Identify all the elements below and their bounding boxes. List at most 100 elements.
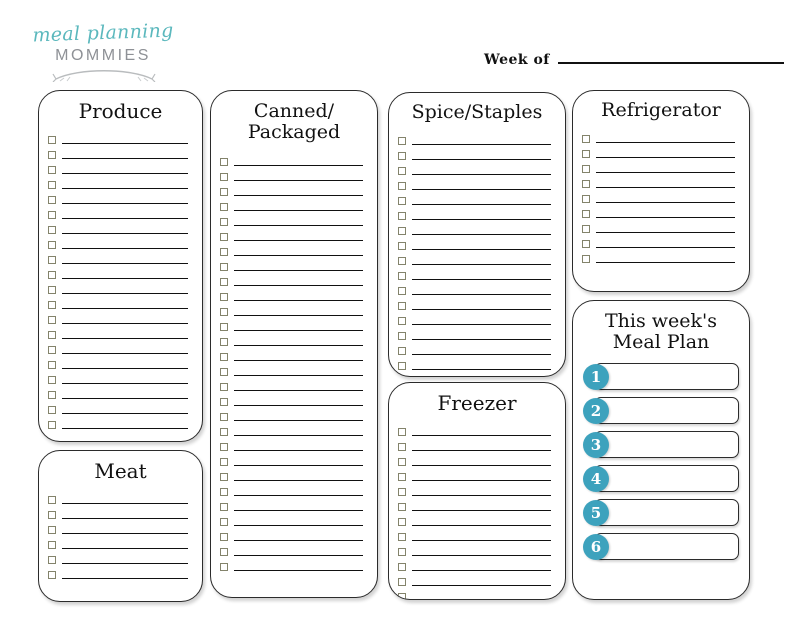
writing-line[interactable] [412,339,551,341]
checkbox-icon[interactable] [220,502,228,511]
checkbox-icon[interactable] [220,472,228,481]
checkbox-icon[interactable] [220,322,228,331]
writing-line[interactable] [596,247,735,249]
writing-line[interactable] [62,353,188,355]
writing-line[interactable] [412,510,551,512]
writing-line[interactable] [412,324,551,326]
week-of-field[interactable]: Week of [484,52,784,68]
checklist-row[interactable] [220,377,363,392]
writing-line[interactable] [62,263,188,265]
checkbox-icon[interactable] [220,262,228,271]
checklist-row[interactable] [220,317,363,332]
writing-line[interactable] [234,479,363,481]
writing-line[interactable] [412,264,551,266]
writing-line[interactable] [412,174,551,176]
writing-line[interactable] [596,262,735,264]
checklist-row[interactable] [220,197,363,212]
checkbox-icon[interactable] [582,150,590,159]
checklist-row[interactable] [582,129,735,144]
checkbox-icon[interactable] [48,526,56,535]
writing-line[interactable] [234,569,363,571]
checkbox-icon[interactable] [398,287,406,296]
checkbox-icon[interactable] [398,488,406,497]
checkbox-icon[interactable] [220,247,228,256]
writing-line[interactable] [62,218,188,220]
checklist-row[interactable] [220,362,363,377]
checklist-row[interactable] [398,296,551,311]
writing-line[interactable] [234,344,363,346]
checkbox-icon[interactable] [582,180,590,189]
checklist-row[interactable] [220,332,363,347]
writing-line[interactable] [234,269,363,271]
writing-line[interactable] [596,142,735,144]
checkbox-icon[interactable] [48,331,56,340]
writing-line[interactable] [62,548,188,550]
checkbox-icon[interactable] [220,217,228,226]
checklist-row[interactable] [398,311,551,326]
writing-line[interactable] [596,232,735,234]
writing-line[interactable] [62,143,188,145]
checklist-row[interactable] [582,189,735,204]
meal-plan-row[interactable]: 5 [583,498,739,526]
checkbox-icon[interactable] [220,187,228,196]
checkbox-icon[interactable] [220,367,228,376]
checkbox-icon[interactable] [220,232,228,241]
checklist-row[interactable] [398,452,551,467]
writing-line[interactable] [234,284,363,286]
checkbox-icon[interactable] [398,272,406,281]
checkbox-icon[interactable] [398,578,406,587]
writing-line[interactable] [412,234,551,236]
checklist-row[interactable] [220,542,363,557]
checklist-row[interactable] [48,235,188,250]
checklist-row[interactable] [398,341,551,356]
checklist-row[interactable] [48,550,188,565]
checkbox-icon[interactable] [398,563,406,572]
checkbox-icon[interactable] [48,241,56,250]
checklist-row[interactable] [220,242,363,257]
checklist-row[interactable] [398,527,551,542]
writing-line[interactable] [596,187,735,189]
checkbox-icon[interactable] [48,196,56,205]
writing-line[interactable] [62,188,188,190]
checklist-row[interactable] [398,422,551,437]
checkbox-icon[interactable] [48,376,56,385]
writing-line[interactable] [234,209,363,211]
checkbox-icon[interactable] [582,255,590,264]
checklist-row[interactable] [48,145,188,160]
checkbox-icon[interactable] [48,556,56,565]
checkbox-icon[interactable] [48,421,56,430]
writing-line[interactable] [412,585,551,587]
checklist-row[interactable] [48,130,188,145]
writing-line[interactable] [234,554,363,556]
meal-plan-row[interactable]: 3 [583,430,739,458]
checkbox-icon[interactable] [398,152,406,161]
checkbox-icon[interactable] [220,202,228,211]
writing-line[interactable] [412,204,551,206]
writing-line[interactable] [62,383,188,385]
checkbox-icon[interactable] [582,240,590,249]
writing-line[interactable] [412,249,551,251]
checklist-row[interactable] [48,205,188,220]
checkbox-icon[interactable] [48,166,56,175]
writing-line[interactable] [412,450,551,452]
checklist-row[interactable] [398,572,551,587]
meal-plan-input-slot[interactable] [594,396,739,424]
checklist-row[interactable] [582,159,735,174]
checklist-row[interactable] [582,234,735,249]
checklist-row[interactable] [48,415,188,430]
checkbox-icon[interactable] [48,256,56,265]
checkbox-icon[interactable] [48,391,56,400]
writing-line[interactable] [412,219,551,221]
checkbox-icon[interactable] [398,518,406,527]
writing-line[interactable] [412,465,551,467]
checkbox-icon[interactable] [398,473,406,482]
writing-line[interactable] [596,217,735,219]
checkbox-icon[interactable] [398,533,406,542]
writing-line[interactable] [62,503,188,505]
checklist-row[interactable] [582,144,735,159]
meal-plan-input-slot[interactable] [594,498,739,526]
checklist-row[interactable] [220,557,363,572]
checkbox-icon[interactable] [398,182,406,191]
writing-line[interactable] [62,518,188,520]
writing-line[interactable] [412,369,551,371]
